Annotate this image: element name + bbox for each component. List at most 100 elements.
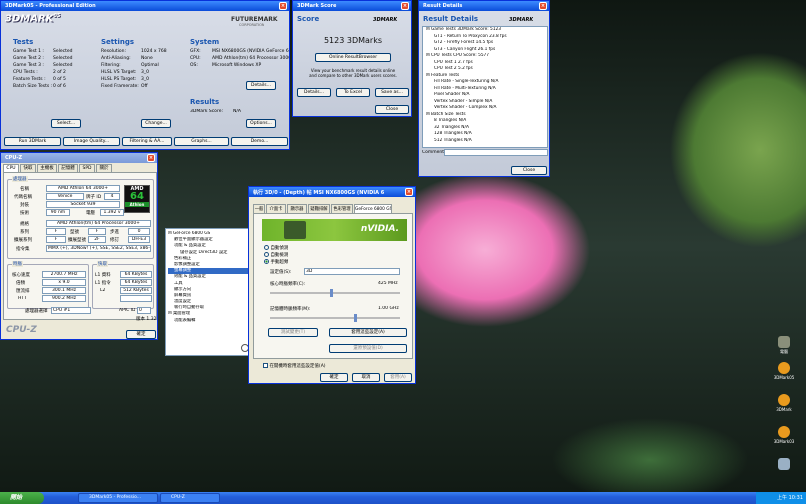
nvidia-tab[interactable]: 介面卡 bbox=[266, 204, 286, 213]
list-item-value: Selected bbox=[53, 49, 73, 54]
cpuz-field-value: 4 bbox=[104, 193, 120, 200]
options-button[interactable]: Options... bbox=[246, 119, 276, 128]
core-clock-slider-thumb[interactable] bbox=[330, 289, 333, 297]
comment-input[interactable] bbox=[444, 149, 548, 156]
apply-on-boot-checkbox[interactable]: 在開機時套用這些設定值(A) bbox=[263, 363, 326, 369]
list-item-label: Feature Tests : bbox=[13, 77, 46, 82]
3dmark-logo: 3DMARK bbox=[5, 13, 54, 25]
list-item-label: CPU Tests : bbox=[13, 70, 38, 75]
processor-selection-select[interactable]: CPU #1 bbox=[51, 307, 91, 314]
nvidia-tab[interactable]: 疑難排解 bbox=[308, 204, 330, 213]
cpuz-field-label: 封裝 bbox=[20, 203, 29, 208]
list-item-label: Resolution: bbox=[101, 49, 127, 54]
desktop-icon-computer[interactable]: 電腦 bbox=[772, 336, 796, 355]
save-as-button[interactable]: Save as... bbox=[375, 88, 409, 97]
to-excel-button[interactable]: To Excel bbox=[336, 88, 370, 97]
amd-64-text: 64 bbox=[130, 191, 144, 202]
list-item-value: None bbox=[141, 56, 153, 61]
close-icon[interactable]: × bbox=[405, 188, 413, 196]
nvidia-tab[interactable]: 一般 bbox=[253, 204, 265, 213]
list-item-label: CPU: bbox=[190, 56, 201, 61]
close-icon[interactable]: × bbox=[539, 2, 547, 10]
radio-manual-overclock[interactable]: 手動超頻 bbox=[264, 259, 288, 265]
close-icon[interactable]: × bbox=[279, 2, 287, 10]
nvidia-tab[interactable]: GeForce 6800 GS bbox=[354, 204, 392, 213]
cpuz-tab[interactable]: 記憶體 bbox=[58, 164, 78, 172]
radio-auto-test[interactable]: 自動檢測 bbox=[264, 252, 288, 258]
setting-value-label: 設定值(S): bbox=[270, 270, 292, 275]
list-item-label: Anti-Aliasing: bbox=[101, 56, 131, 61]
cpuz-tab[interactable]: SPD bbox=[79, 164, 95, 172]
cpuz-window: CPU-Z × CPU 快取 主機板 記憶體 SPD 關於 處理器 時脈 快取 AMD 64… bbox=[0, 152, 158, 340]
setting-value-select[interactable]: 3D bbox=[304, 268, 400, 275]
nvidia-cancel-button[interactable]: 取消 bbox=[352, 373, 380, 382]
result-close-button[interactable]: Close bbox=[511, 166, 547, 175]
cache-group-title: 快取 bbox=[97, 261, 108, 267]
list-item-value: Microsoft Windows XP bbox=[212, 63, 262, 68]
nvidia-tab[interactable]: 顯示器 bbox=[287, 204, 307, 213]
system-details-button[interactable]: Details... bbox=[246, 81, 276, 90]
desktop-icon-3dmark03[interactable]: 3DMark03 bbox=[772, 426, 796, 444]
nvidia-properties-window: 執行 3D/0 - (Depth) 帖 MSI NX6800GS (NVIDIA… bbox=[248, 186, 416, 384]
online-result-browser-button[interactable]: Online ResultBrowser bbox=[315, 53, 391, 62]
cpuz-version: 版本 1.32 bbox=[136, 317, 157, 322]
run-3dmark-button[interactable]: Run 3DMark bbox=[4, 137, 61, 146]
cpuz-field-label: 電壓 bbox=[86, 211, 95, 216]
graphs-button[interactable]: Graphs... bbox=[174, 137, 229, 146]
start-button[interactable]: 開始 bbox=[0, 492, 44, 504]
cpuz-field-value: Venice bbox=[46, 193, 84, 200]
memory-clock-slider-thumb[interactable] bbox=[354, 314, 357, 322]
list-item: CPU: AMD Athlon(tm) 64 Processor 3000+ bbox=[190, 55, 289, 62]
radio-auto-detect[interactable]: 自動偵測 bbox=[264, 245, 288, 251]
score-details-button[interactable]: Details... bbox=[297, 88, 331, 97]
clocks-group-title: 時脈 bbox=[12, 261, 23, 267]
taskbar-item-cpuz[interactable]: CPU-Z bbox=[160, 493, 220, 503]
list-item-label: Game Test 2 : bbox=[13, 56, 44, 61]
apply-settings-button[interactable]: 套用這些設定(A) bbox=[329, 328, 407, 337]
filtering-aa-button[interactable]: Filtering & AA... bbox=[122, 137, 172, 146]
cpuz-field-label: 指令集 bbox=[16, 247, 30, 252]
nvidia-tree-item[interactable]: 功能表編輯 bbox=[168, 318, 250, 324]
radio-auto-detect-label: 自動偵測 bbox=[270, 246, 289, 251]
close-icon[interactable]: × bbox=[147, 154, 155, 162]
memory-clock-slider[interactable] bbox=[270, 314, 400, 322]
cpuz-title: CPU-Z bbox=[5, 155, 23, 161]
result-tree-item[interactable]: 512 Triangles N/A bbox=[423, 138, 547, 145]
tests-select-button[interactable]: Select... bbox=[51, 119, 81, 128]
cpuz-field-label: 修訂 bbox=[110, 238, 119, 243]
close-icon[interactable]: × bbox=[401, 2, 409, 10]
nvidia-tab[interactable]: 色彩管理 bbox=[331, 204, 353, 213]
nvidia-ok-button[interactable]: 確定 bbox=[320, 373, 348, 382]
score-close-button[interactable]: Close bbox=[375, 105, 409, 114]
list-item-value: Optimal bbox=[141, 63, 159, 68]
restore-defaults-button[interactable]: 還原預設值(D) bbox=[329, 344, 407, 353]
cpuz-tab[interactable]: 快取 bbox=[20, 164, 36, 172]
demo-button[interactable]: Demo... bbox=[231, 137, 288, 146]
settings-change-button[interactable]: Change... bbox=[141, 119, 171, 128]
core-clock-slider[interactable] bbox=[270, 289, 400, 297]
cpuz-field-value: MMX (+), 3DNow! (+), SSE, SSE2, SSE3, x8… bbox=[46, 245, 151, 252]
result-tree[interactable]: ⊟ Game Tests 3DMark Score: 5123 GT1 - Ret… bbox=[422, 26, 548, 148]
desktop-icon-label: 3DMark bbox=[776, 407, 792, 412]
cpuz-field-value: 900.2 MHz bbox=[42, 295, 86, 302]
cpuz-tab[interactable]: 主機板 bbox=[37, 164, 57, 172]
cpuz-field-label: 步進 bbox=[110, 230, 119, 235]
test-changes-button[interactable]: 測試變更(T) bbox=[268, 328, 318, 337]
image-quality-button[interactable]: Image Quality... bbox=[63, 137, 120, 146]
nvidia-apply-button[interactable]: 套用(A) bbox=[384, 373, 412, 382]
cpuz-tab[interactable]: 關於 bbox=[96, 164, 112, 172]
desktop-icon-3dmark05[interactable]: 3DMark05 bbox=[772, 362, 796, 380]
list-item: OS: Microsoft Windows XP bbox=[190, 62, 288, 69]
cpuz-tab[interactable]: CPU bbox=[3, 164, 19, 172]
desktop-icon-3dmark[interactable]: 3DMark bbox=[772, 394, 796, 412]
cpuz-field-label: HTT bbox=[18, 296, 27, 301]
radio-manual-overclock-label: 手動超頻 bbox=[270, 260, 289, 265]
nvidia-window-title: 執行 3D/0 - (Depth) 帖 MSI NX6800GS (NVIDIA… bbox=[253, 190, 385, 196]
cpuz-field-value: AMD Athlon 64 3000+ bbox=[46, 185, 120, 192]
futuremark-logo: FUTUREMARK bbox=[231, 16, 278, 23]
desktop-icon-recycle-bin[interactable] bbox=[772, 458, 796, 471]
cpuz-ok-button[interactable]: 確定 bbox=[126, 330, 156, 339]
taskbar-item-3dmark[interactable]: 3DMark05 - Professio... bbox=[78, 493, 158, 503]
list-item-value: Selected bbox=[53, 56, 73, 61]
cpuz-field-value: 64 KBytes bbox=[120, 271, 152, 278]
